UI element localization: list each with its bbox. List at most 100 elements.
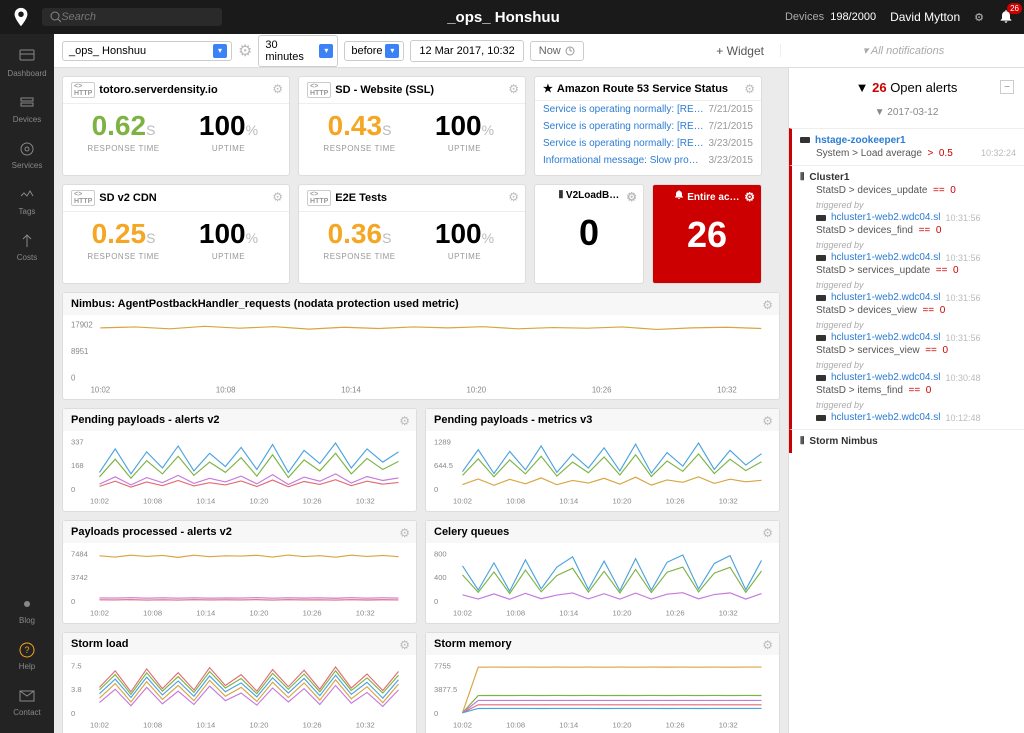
sidebar-item-blog[interactable]: Blog <box>13 587 41 633</box>
svg-text:10:32: 10:32 <box>717 385 737 394</box>
svg-text:0: 0 <box>71 485 75 494</box>
alert-time: 10:31:56 <box>946 293 981 303</box>
status-date: 7/21/2015 <box>709 121 754 132</box>
svg-text:10:02: 10:02 <box>90 496 109 505</box>
trigger-host[interactable]: hcluster1-web2.wdc04.sl10:31:56 <box>816 212 1016 223</box>
triggered-by-label: triggered by <box>816 400 1016 410</box>
svg-text:10:14: 10:14 <box>341 385 361 394</box>
svg-text:10:08: 10:08 <box>216 385 236 394</box>
svg-text:8951: 8951 <box>71 347 88 356</box>
svg-text:400: 400 <box>434 573 447 582</box>
svg-text:10:26: 10:26 <box>303 720 322 729</box>
card-gear-icon[interactable]: ⚙ <box>744 190 755 204</box>
card-gear-icon[interactable]: ⚙ <box>762 298 773 312</box>
card-e2e: <>HTTPE2E Tests ⚙ 0.36SRESPONSE TIME 100… <box>298 184 526 284</box>
card-gear-icon[interactable]: ⚙ <box>744 82 755 96</box>
http-tag-icon: <>HTTP <box>71 190 95 206</box>
notifications-filter[interactable]: ▾ All notifications <box>780 44 1016 57</box>
alert-time: 10:31:56 <box>946 333 981 343</box>
svg-text:10:02: 10:02 <box>453 720 472 729</box>
settings-gear-icon[interactable]: ⚙ <box>974 11 984 24</box>
bell-icon[interactable]: 26 <box>998 8 1014 27</box>
svg-text:10:20: 10:20 <box>249 608 268 617</box>
card-gear-icon[interactable]: ⚙ <box>508 82 519 96</box>
dashboard-selector[interactable]: _ops_ Honshuu▾ <box>62 41 232 61</box>
trigger-host[interactable]: hcluster1-web2.wdc04.sl10:31:56 <box>816 332 1016 343</box>
sidebar-item-services[interactable]: Services <box>7 132 46 178</box>
svg-text:10:26: 10:26 <box>592 385 612 394</box>
card-gear-icon[interactable]: ⚙ <box>272 190 283 204</box>
card-gear-icon[interactable]: ⚙ <box>508 190 519 204</box>
sidebar-item-tags[interactable]: Tags <box>7 178 46 224</box>
triggered-by-label: triggered by <box>816 200 1016 210</box>
status-link[interactable]: Service is operating normally: [RE… <box>543 138 704 149</box>
svg-text:3.8: 3.8 <box>71 685 82 694</box>
status-link[interactable]: Informational message: Slow pro… <box>543 155 699 166</box>
card-gear-icon[interactable]: ⚙ <box>762 526 773 540</box>
sidebar-item-help[interactable]: ?Help <box>13 633 41 679</box>
sidebar-item-dashboard[interactable]: Dashboard <box>7 40 46 86</box>
svg-text:10:26: 10:26 <box>666 608 685 617</box>
sidebar-item-contact[interactable]: Contact <box>13 679 41 725</box>
anchor-selector[interactable]: before▾ <box>344 41 404 61</box>
card-gear-icon[interactable]: ⚙ <box>626 190 637 204</box>
svg-text:7755: 7755 <box>434 661 451 670</box>
alert-device[interactable]: hstage-zookeeper1 <box>800 135 1016 146</box>
sidebar-item-costs[interactable]: Costs <box>7 224 46 270</box>
chart-card: Nimbus: AgentPostbackHandler_requests (n… <box>62 292 780 400</box>
svg-text:10:20: 10:20 <box>467 385 487 394</box>
alert-badge: 26 <box>1007 3 1022 14</box>
collapse-button[interactable]: − <box>1000 80 1014 94</box>
device-icon <box>800 135 810 146</box>
date-display[interactable]: 12 Mar 2017, 10:32 <box>410 40 523 62</box>
alerts-panel: ▼ 26 Open alerts − ▼ 2017-03-12 hstage-z… <box>788 68 1024 733</box>
http-tag-icon: <>HTTP <box>307 82 331 98</box>
alert-metric: StatsD > services_view == 0 <box>816 345 1016 356</box>
card-gear-icon[interactable]: ⚙ <box>762 414 773 428</box>
chart-card: Storm load ⚙ 7.53.8010:0210:0810:1410:20… <box>62 632 417 733</box>
svg-text:10:02: 10:02 <box>453 496 472 505</box>
svg-text:800: 800 <box>434 549 447 558</box>
trigger-host[interactable]: hcluster1-web2.wdc04.sl10:30:48 <box>816 372 1016 383</box>
chart-card: Pending payloads - metrics v3 ⚙ 1289644.… <box>425 408 780 512</box>
card-gear-icon[interactable]: ⚙ <box>272 82 283 96</box>
card-gear-icon[interactable]: ⚙ <box>399 414 410 428</box>
device-icon: ⦀ <box>800 436 804 447</box>
search-input[interactable] <box>61 11 214 23</box>
alert-device[interactable]: ⦀Storm Nimbus <box>800 436 1016 447</box>
chart-title: Pending payloads - metrics v3 <box>434 414 592 426</box>
add-widget-button[interactable]: + Widget <box>706 40 774 62</box>
svg-text:10:02: 10:02 <box>91 385 111 394</box>
chart-title: Payloads processed - alerts v2 <box>71 526 232 538</box>
card-title: Amazon Route 53 Service Status <box>557 83 728 95</box>
chart-card: Celery queues ⚙ 800400010:0210:0810:1410… <box>425 520 780 624</box>
alert-device[interactable]: ⦀Cluster1 <box>800 172 1016 183</box>
caret-icon: ▾ <box>319 44 333 58</box>
user-name[interactable]: David Mytton <box>890 10 960 24</box>
status-link[interactable]: Service is operating normally: [RE… <box>543 104 704 115</box>
alert-time: 10:30:48 <box>946 373 981 383</box>
svg-text:10:14: 10:14 <box>559 720 578 729</box>
svg-text:?: ? <box>24 645 29 655</box>
trigger-host[interactable]: hcluster1-web2.wdc04.sl10:12:48 <box>816 412 1016 423</box>
card-entire-account[interactable]: Entire ac…⚙ 26 <box>652 184 762 284</box>
top-header: _ops_ Honshuu Devices 198/2000 David Myt… <box>0 0 1024 34</box>
search-box[interactable] <box>42 8 222 26</box>
sidebar-item-devices[interactable]: Devices <box>7 86 46 132</box>
dashboard-gear-icon[interactable]: ⚙ <box>238 41 252 61</box>
alerts-date: ▼ 2017-03-12 <box>789 103 1024 128</box>
status-link[interactable]: Service is operating normally: [RE… <box>543 121 704 132</box>
card-gear-icon[interactable]: ⚙ <box>762 638 773 652</box>
svg-text:10:08: 10:08 <box>143 720 162 729</box>
now-button[interactable]: Now <box>530 41 584 61</box>
range-selector[interactable]: 30 minutes▾ <box>258 35 338 67</box>
devices-label: Devices 198/2000 <box>785 11 876 23</box>
svg-text:0: 0 <box>71 709 75 718</box>
card-gear-icon[interactable]: ⚙ <box>399 526 410 540</box>
trigger-host[interactable]: hcluster1-web2.wdc04.sl10:31:56 <box>816 252 1016 263</box>
card-gear-icon[interactable]: ⚙ <box>399 638 410 652</box>
chart-title: Celery queues <box>434 526 509 538</box>
page-title: _ops_ Honshuu <box>222 9 785 26</box>
trigger-host[interactable]: hcluster1-web2.wdc04.sl10:31:56 <box>816 292 1016 303</box>
svg-text:10:32: 10:32 <box>719 496 738 505</box>
